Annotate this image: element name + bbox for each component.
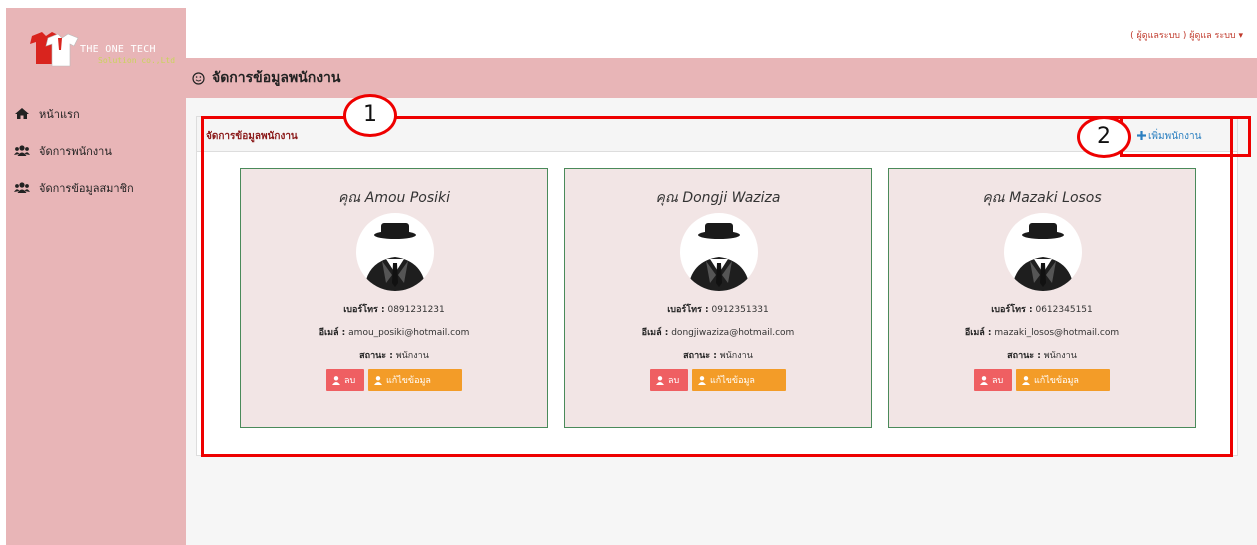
brand-subtitle: Solution co.,Ltd: [98, 56, 176, 65]
smile-icon: [192, 71, 205, 85]
page-header: จัดการข้อมูลพนักงาน: [186, 58, 1257, 98]
annotation-callout-2: 2: [1077, 116, 1131, 158]
sidebar-item-label: จัดการข้อมูลสมาชิก: [39, 181, 134, 195]
sidebar-item-label: หน้าแรก: [39, 107, 80, 121]
sidebar-item-members[interactable]: จัดการข้อมูลสมาชิก: [14, 179, 134, 196]
annotation-box-panel: [201, 116, 1233, 457]
annotation-box-add: [1120, 116, 1251, 157]
brand-title: THE ONE TECH: [80, 44, 156, 55]
users-icon: [14, 182, 30, 193]
annotation-callout-1: 1: [343, 94, 397, 137]
sidebar-item-home[interactable]: หน้าแรก: [14, 105, 134, 122]
topbar: ( ผู้ดูแลระบบ ) ผู้ดูแล ระบบ ▾: [186, 8, 1257, 58]
sidebar-item-employees[interactable]: จัดการพนักงาน: [14, 142, 134, 159]
users-icon: [14, 145, 30, 156]
tshirt-logo-icon: [30, 32, 79, 67]
sidebar-item-label: จัดการพนักงาน: [39, 144, 112, 158]
home-icon: [15, 108, 29, 119]
sidebar-nav: หน้าแรก จัดการพนักงาน จัดการข้อมูลสมาชิก: [14, 105, 134, 216]
page-title: จัดการข้อมูลพนักงาน: [212, 70, 341, 86]
brand-logo[interactable]: THE ONE TECH Solution co.,Ltd: [28, 30, 178, 68]
user-menu-dropdown[interactable]: ( ผู้ดูแลระบบ ) ผู้ดูแล ระบบ ▾: [1130, 28, 1243, 42]
sidebar: THE ONE TECH Solution co.,Ltd หน้าแรก จั…: [6, 8, 186, 545]
